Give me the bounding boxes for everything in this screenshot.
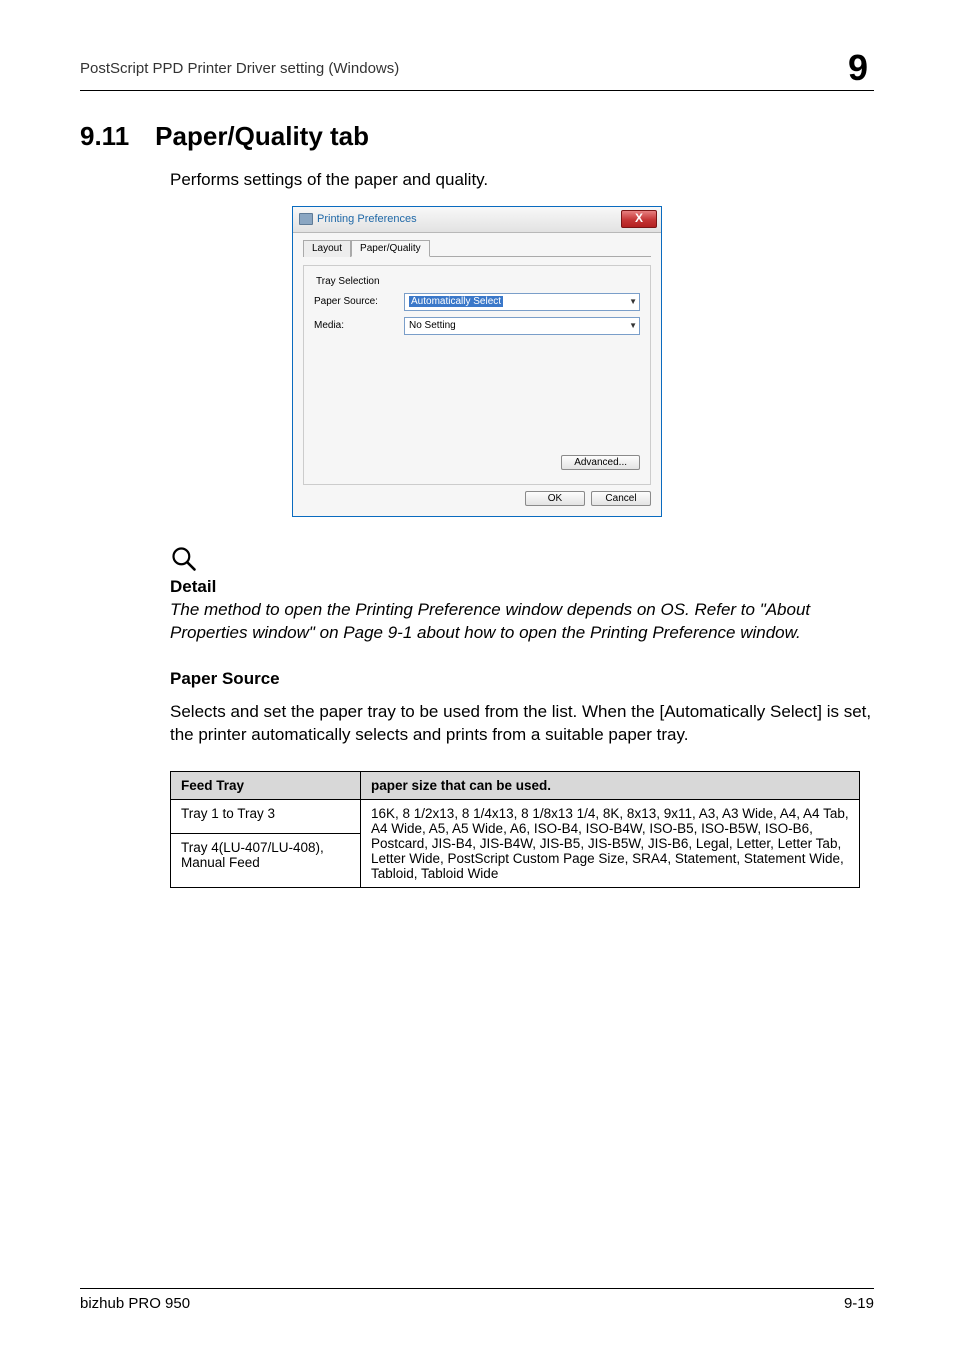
paper-source-body: Selects and set the paper tray to be use… (170, 701, 874, 747)
ok-button[interactable]: OK (525, 491, 585, 506)
chapter-badge: 9 (842, 50, 874, 86)
detail-heading: Detail (170, 577, 874, 597)
page-header: PostScript PPD Printer Driver setting (W… (80, 50, 874, 91)
feed-tray-cell: Tray 4(LU-407/LU-408), Manual Feed (171, 834, 361, 887)
media-value: No Setting (409, 320, 456, 331)
cancel-button[interactable]: Cancel (591, 491, 651, 506)
chevron-down-icon: ▼ (629, 297, 637, 306)
paper-size-cell: 16K, 8 1/2x13, 8 1/4x13, 8 1/8x13 1/4, 8… (361, 799, 860, 887)
page-footer: bizhub PRO 950 9-19 (80, 1288, 874, 1312)
dialog-screenshot: Printing Preferences X Layout Paper/Qual… (80, 206, 874, 517)
tab-strip: Layout Paper/Quality (303, 239, 651, 257)
chevron-down-icon: ▼ (629, 321, 637, 330)
media-combobox[interactable]: No Setting ▼ (404, 317, 640, 335)
feed-tray-table: Feed Tray paper size that can be used. T… (170, 771, 860, 888)
tray-selection-group: Tray Selection Paper Source: Automatical… (303, 265, 651, 485)
product-name: bizhub PRO 950 (80, 1295, 190, 1312)
table-row: Tray 1 to Tray 3 16K, 8 1/2x13, 8 1/4x13… (171, 799, 860, 834)
table-head-size: paper size that can be used. (361, 771, 860, 799)
detail-block: Detail The method to open the Printing P… (170, 545, 874, 645)
magnifier-icon (170, 545, 198, 573)
group-legend: Tray Selection (314, 276, 640, 287)
paper-source-value: Automatically Select (409, 296, 503, 307)
page-number: 9-19 (844, 1295, 874, 1312)
tab-paper-quality[interactable]: Paper/Quality (351, 240, 430, 257)
feed-tray-cell: Tray 1 to Tray 3 (171, 799, 361, 834)
section-header: 9.11 Paper/Quality tab (80, 121, 874, 152)
close-button[interactable]: X (621, 210, 657, 228)
dialog-titlebar: Printing Preferences X (293, 207, 661, 233)
paper-source-combobox[interactable]: Automatically Select ▼ (404, 293, 640, 311)
media-label: Media: (314, 320, 394, 331)
advanced-button[interactable]: Advanced... (561, 455, 640, 470)
paper-source-label: Paper Source: (314, 296, 394, 307)
dialog-title: Printing Preferences (317, 213, 417, 225)
doc-title: PostScript PPD Printer Driver setting (W… (80, 60, 399, 77)
table-head-feed: Feed Tray (171, 771, 361, 799)
section-intro: Performs settings of the paper and quali… (170, 168, 874, 192)
section-number: 9.11 (80, 121, 129, 152)
paper-source-heading: Paper Source (170, 669, 874, 689)
printing-preferences-dialog: Printing Preferences X Layout Paper/Qual… (292, 206, 662, 517)
printer-icon (299, 213, 313, 225)
tab-layout[interactable]: Layout (303, 240, 351, 257)
chapter-number: 9 (848, 47, 868, 88)
section-title: Paper/Quality tab (155, 121, 369, 152)
detail-text: The method to open the Printing Preferen… (170, 599, 874, 645)
